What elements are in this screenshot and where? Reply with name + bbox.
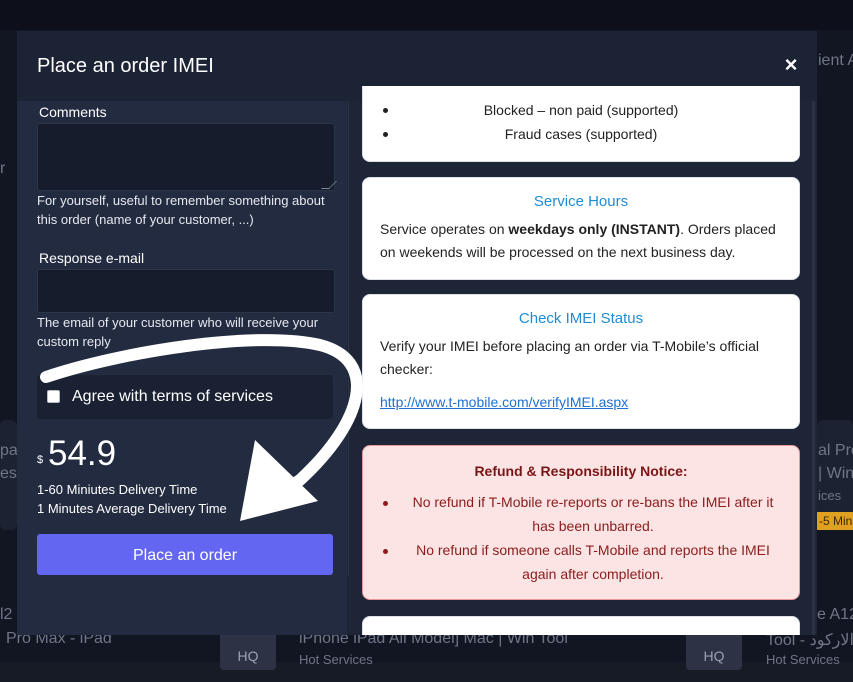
background-hq-badge: HQ xyxy=(220,630,276,670)
background-card-title-2: | Win xyxy=(818,465,853,482)
service-hours-title: Service Hours xyxy=(533,193,629,210)
supported-cases-card: Blocked – non paid (supported) Fraud cas… xyxy=(362,86,800,162)
place-order-button[interactable]: Place an order xyxy=(37,534,333,575)
delivery-time: 1-60 Miniutes Delivery Time xyxy=(37,482,198,497)
modal-title: Place an order IMEI xyxy=(37,55,214,77)
check-imei-text: Verify your IMEI before placing an order… xyxy=(380,338,759,377)
comments-help: For yourself, useful to remember somethi… xyxy=(37,193,325,227)
background-time-badge: -5 Min xyxy=(815,512,853,530)
price-value: 54.9 xyxy=(48,434,117,473)
service-hours-emphasis: weekdays only (INSTANT) xyxy=(508,221,681,237)
terms-label[interactable]: Agree with terms of services xyxy=(72,388,273,406)
column-divider xyxy=(348,101,349,576)
price-currency: $ xyxy=(37,454,44,466)
background-card-subtitle: ices xyxy=(818,488,842,503)
background-card-title: e A12 xyxy=(817,606,853,623)
email-help: The email of your customer who will rece… xyxy=(37,315,319,349)
bullet-icon xyxy=(383,549,388,554)
close-icon: × xyxy=(784,52,798,77)
service-hours-text-pre: Service operates on xyxy=(380,221,509,237)
refund-notice-card: Refund & Responsibility Notice: No refun… xyxy=(362,445,800,600)
average-delivery-time: 1 Minutes Average Delivery Time xyxy=(37,501,227,516)
background-hq-badge: HQ xyxy=(686,630,742,670)
background-fragment: r xyxy=(0,160,6,177)
background-card-subtitle: Hot Services xyxy=(299,652,373,667)
email-label: Response e-mail xyxy=(39,250,145,266)
check-imei-card: Check IMEI Status Verify your IMEI befor… xyxy=(362,294,800,429)
comments-textarea[interactable] xyxy=(37,123,337,191)
background-card-title: al Pro xyxy=(818,442,853,459)
list-item: Blocked – non paid (supported) xyxy=(483,102,679,118)
list-item: Fraud cases (supported) xyxy=(504,126,658,142)
service-hours-card: Service Hours Service operates on weekda… xyxy=(362,177,800,280)
terms-checkbox[interactable] xyxy=(47,390,60,403)
verify-imei-link[interactable]: http://www.t-mobile.com/verifyIMEI.aspx xyxy=(380,394,628,410)
refund-notice-title: Refund & Responsibility Notice: xyxy=(474,463,688,479)
refund-notice-item: No refund if someone calls T-Mobile and … xyxy=(416,542,770,582)
order-modal: Place an order IMEI × Comments For yours… xyxy=(17,31,817,635)
background-topbar xyxy=(0,0,853,30)
refund-notice-item: No refund if T-Mobile re-reports or re-b… xyxy=(412,494,774,534)
check-imei-title: Check IMEI Status xyxy=(518,310,644,327)
background-card-subtitle: Hot Services xyxy=(766,652,840,667)
terms-row[interactable]: Agree with terms of services xyxy=(37,375,333,419)
next-info-card xyxy=(362,616,800,635)
background-nav-text: ient A xyxy=(818,52,853,69)
order-form: Comments For yourself, useful to remembe… xyxy=(17,101,347,635)
resize-grip-icon[interactable] xyxy=(321,181,337,189)
close-button[interactable]: × xyxy=(779,51,803,79)
check-imei-link-row: http://www.t-mobile.com/verifyIMEI.aspx xyxy=(380,391,785,414)
email-field[interactable] xyxy=(37,269,335,313)
comments-label: Comments xyxy=(39,104,107,120)
modal-scrollbar[interactable] xyxy=(812,101,815,635)
service-hours-text: Service operates on weekdays only (INSTA… xyxy=(380,218,785,264)
bullet-icon xyxy=(383,501,388,506)
